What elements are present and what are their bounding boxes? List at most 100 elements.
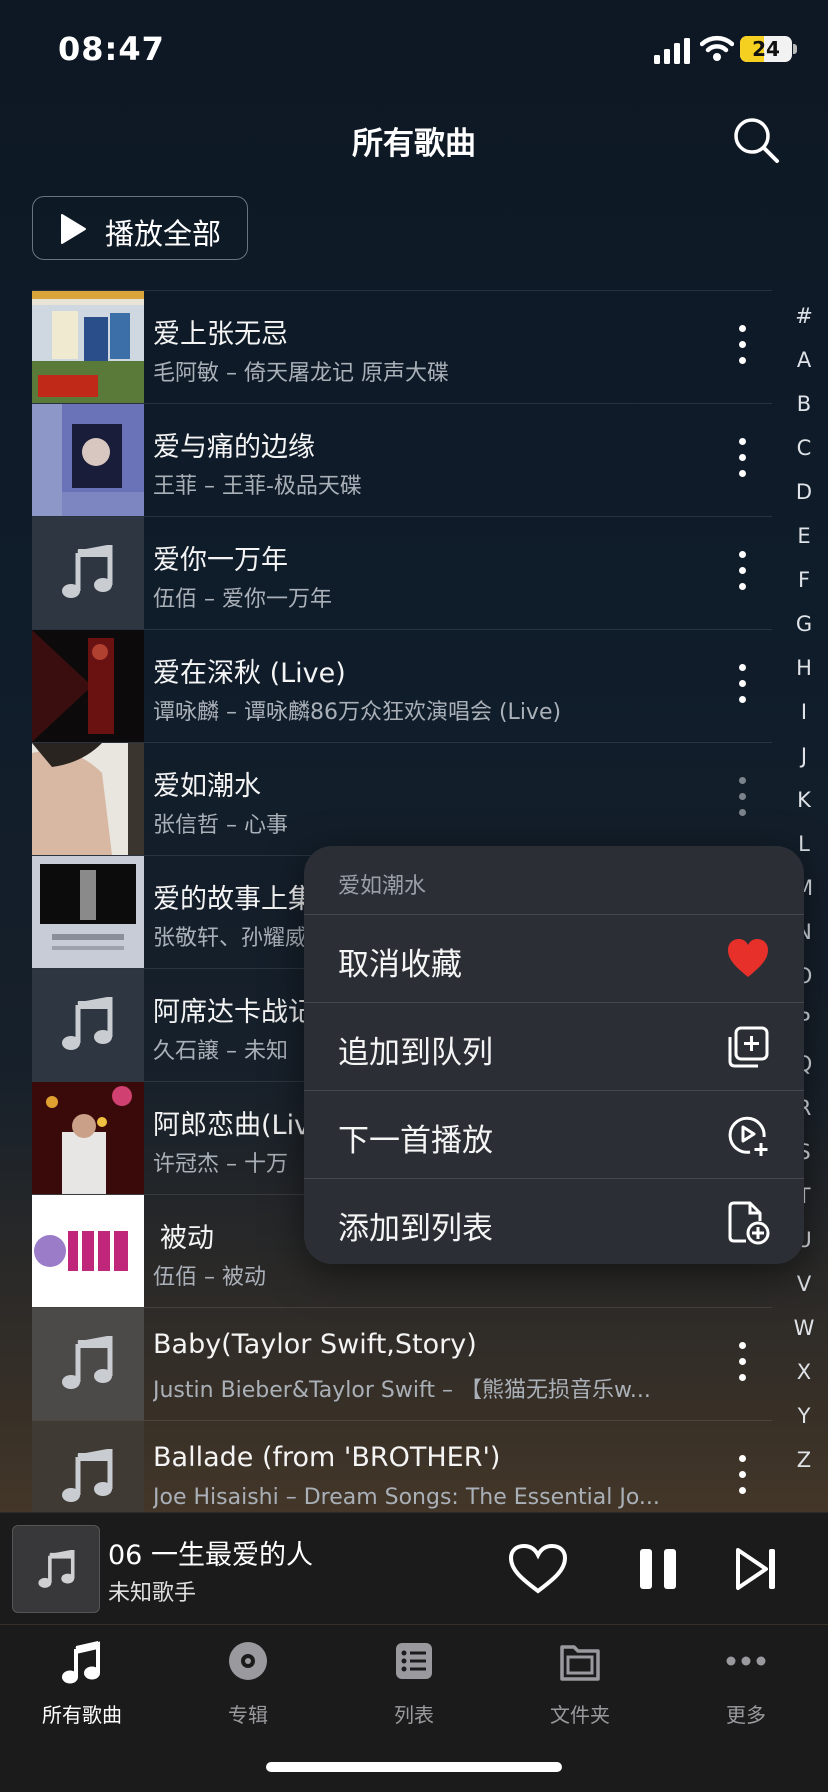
song-subtitle: 伍佰 – 爱你一万年 <box>153 587 332 612</box>
tab-all-songs[interactable]: 所有歌曲 <box>12 1641 152 1741</box>
song-title: 爱的故事上集 <box>153 884 315 915</box>
menu-item-label: 追加到队列 <box>338 1035 493 1071</box>
alphabet-index-letter[interactable]: E <box>786 518 822 562</box>
search-icon[interactable] <box>732 116 780 164</box>
pause-icon[interactable] <box>638 1547 680 1591</box>
mini-player[interactable]: 06 一生最爱的人 未知歌手 <box>0 1512 828 1624</box>
alphabet-index-letter[interactable]: D <box>786 474 822 518</box>
more-icon <box>726 1656 766 1666</box>
alphabet-index-letter[interactable]: H <box>786 650 822 694</box>
song-title: 爱与痛的边缘 <box>153 432 315 463</box>
menu-item-unfavorite[interactable]: 取消收藏 <box>304 914 804 1002</box>
more-options-button[interactable] <box>732 1455 752 1501</box>
play-next-icon <box>728 1116 768 1156</box>
alphabet-index-letter[interactable]: K <box>786 782 822 826</box>
alphabet-index-letter[interactable]: B <box>786 386 822 430</box>
song-title: 被动 <box>160 1223 214 1254</box>
alphabet-index-letter[interactable]: X <box>786 1354 822 1398</box>
music-note-icon <box>38 1550 75 1588</box>
alphabet-index-letter[interactable]: J <box>786 738 822 782</box>
battery-tip <box>793 44 797 54</box>
album-cover <box>32 1195 144 1307</box>
tab-more[interactable]: 更多 <box>676 1641 816 1741</box>
alphabet-index-letter[interactable]: C <box>786 430 822 474</box>
song-title: 爱如潮水 <box>153 771 261 802</box>
play-icon <box>61 214 86 244</box>
song-title: 爱你一万年 <box>153 545 288 576</box>
menu-item-label: 取消收藏 <box>338 947 462 983</box>
battery-indicator: 24 <box>740 36 792 62</box>
more-options-button[interactable] <box>732 1342 752 1388</box>
tab-label: 更多 <box>726 1703 766 1727</box>
tab-bar: 所有歌曲 专辑 列表 文件夹 更多 <box>0 1625 828 1792</box>
music-note-icon <box>62 1336 113 1389</box>
song-subtitle: Joe Hisaishi – Dream Songs: The Essentia… <box>153 1485 660 1510</box>
more-options-button[interactable] <box>732 777 752 823</box>
play-all-label: 播放全部 <box>105 217 222 251</box>
heart-outline-icon[interactable] <box>508 1543 568 1595</box>
alphabet-index-letter[interactable]: W <box>786 1310 822 1354</box>
alphabet-index-letter[interactable]: Z <box>786 1442 822 1486</box>
tab-label: 所有歌曲 <box>42 1703 122 1727</box>
tab-albums[interactable]: 专辑 <box>178 1641 318 1741</box>
alphabet-index-letter[interactable]: I <box>786 694 822 738</box>
album-cover <box>32 856 144 968</box>
tab-label: 文件夹 <box>550 1703 610 1727</box>
now-playing-artist: 未知歌手 <box>108 1581 197 1606</box>
song-title: 爱上张无忌 <box>153 319 288 350</box>
music-note-icon <box>62 1641 100 1684</box>
song-row[interactable]: 爱你一万年 伍佰 – 爱你一万年 <box>32 516 772 629</box>
song-row[interactable]: 爱与痛的边缘 王菲 – 王菲-极品天碟 <box>32 403 772 516</box>
home-indicator[interactable] <box>266 1762 562 1772</box>
song-subtitle: 谭咏麟 – 谭咏麟86万众狂欢演唱会 (Live) <box>153 700 562 725</box>
cellular-signal-icon <box>654 38 690 64</box>
song-subtitle: 王菲 – 王菲-极品天碟 <box>153 474 362 499</box>
song-title: 阿席达卡战记 <box>153 997 315 1028</box>
song-row[interactable]: 爱在深秋 (Live) 谭咏麟 – 谭咏麟86万众狂欢演唱会 (Live) <box>32 629 772 742</box>
album-cover <box>32 630 144 742</box>
album-cover-placeholder <box>32 1308 144 1420</box>
more-options-button[interactable] <box>732 551 752 597</box>
more-options-button[interactable] <box>732 325 752 371</box>
song-title: Ballade (from 'BROTHER') <box>153 1442 501 1473</box>
alphabet-index-letter[interactable]: F <box>786 562 822 606</box>
more-options-button[interactable] <box>732 438 752 484</box>
now-playing-title: 06 一生最爱的人 <box>108 1540 313 1571</box>
heart-filled-icon <box>728 939 768 977</box>
tab-lists[interactable]: 列表 <box>344 1641 484 1741</box>
song-subtitle: 毛阿敏 – 倚天屠龙记 原声大碟 <box>153 361 449 386</box>
folder-icon <box>560 1645 600 1681</box>
album-cover <box>32 743 144 855</box>
more-options-button[interactable] <box>732 664 752 710</box>
alphabet-index-letter[interactable]: V <box>786 1266 822 1310</box>
album-cover <box>32 291 144 403</box>
album-cover <box>32 404 144 516</box>
music-note-icon <box>62 545 113 598</box>
alphabet-index-letter[interactable]: G <box>786 606 822 650</box>
menu-item-add-to-playlist[interactable]: 添加到列表 <box>304 1178 804 1264</box>
alphabet-index-letter[interactable]: A <box>786 342 822 386</box>
menu-item-label: 添加到列表 <box>338 1211 493 1247</box>
music-note-icon <box>62 1449 113 1502</box>
song-row[interactable]: 爱如潮水 张信哲 – 心事 <box>32 742 772 855</box>
album-cover-placeholder <box>32 517 144 629</box>
tab-folders[interactable]: 文件夹 <box>510 1641 650 1741</box>
page-title: 所有歌曲 <box>352 126 476 162</box>
list-icon <box>396 1643 432 1679</box>
play-all-button[interactable]: 播放全部 <box>32 196 248 260</box>
menu-item-add-to-queue[interactable]: 追加到队列 <box>304 1002 804 1090</box>
album-icon <box>229 1642 267 1680</box>
song-title: 爱在深秋 (Live) <box>153 658 346 689</box>
song-subtitle: 张信哲 – 心事 <box>153 813 288 838</box>
song-row[interactable]: 爱上张无忌 毛阿敏 – 倚天屠龙记 原声大碟 <box>32 290 772 403</box>
alphabet-index-letter[interactable]: # <box>786 298 822 342</box>
context-menu-title: 爱如潮水 <box>338 874 427 899</box>
song-row[interactable]: Baby(Taylor Swift,Story) Justin Bieber&T… <box>32 1307 772 1420</box>
menu-item-play-next[interactable]: 下一首播放 <box>304 1090 804 1178</box>
song-subtitle: Justin Bieber&Taylor Swift – 【熊猫无损音乐w... <box>153 1378 651 1403</box>
context-menu: 爱如潮水 取消收藏 追加到队列 下一首播放 添加到列表 <box>304 846 804 1264</box>
menu-item-label: 下一首播放 <box>338 1123 493 1159</box>
skip-next-icon[interactable] <box>736 1547 778 1591</box>
status-bar: 08:47 24 <box>0 0 828 100</box>
alphabet-index-letter[interactable]: Y <box>786 1398 822 1442</box>
